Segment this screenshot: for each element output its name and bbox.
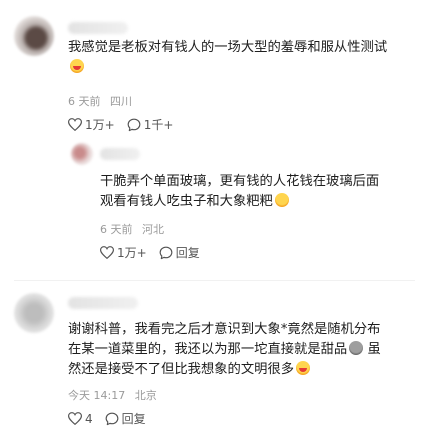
like-button[interactable]: 1万+: [100, 244, 147, 261]
like-button[interactable]: 4: [68, 412, 93, 426]
avatar[interactable]: [14, 293, 54, 333]
reply-text-line: 干脆弄个单面玻璃，更有钱的人花钱在玻璃后面: [100, 174, 380, 189]
crying-face-emoji-icon: [70, 59, 84, 73]
avatar[interactable]: [71, 143, 93, 165]
comment-text-line: 谢谢科普，我看完之后才意识到大象*竟然是随机分布: [68, 322, 381, 337]
reply-actions: 1万+ 回复: [100, 244, 212, 261]
comment-actions: 1万+ 1千+: [68, 116, 185, 133]
heart-outline-icon: [68, 118, 82, 131]
avatar[interactable]: [14, 16, 54, 56]
reply-text-line: 观看有钱人吃虫子和大象粑粑: [100, 194, 273, 209]
reply-button[interactable]: 1千+: [127, 116, 174, 133]
divider: [14, 280, 415, 281]
like-count: 4: [85, 411, 93, 426]
comment-location: 北京: [134, 389, 157, 402]
crying-face-emoji-icon: [296, 361, 311, 375]
username-blurred[interactable]: [68, 297, 138, 309]
sweat-face-emoji-icon: [274, 193, 289, 207]
speech-bubble-icon: [159, 246, 173, 259]
speech-bubble-icon: [105, 412, 119, 425]
like-button[interactable]: 1万+: [68, 116, 115, 133]
reply-location: 河北: [142, 223, 164, 236]
comment-meta: 6 天前 四川: [68, 93, 138, 109]
reply-button[interactable]: 回复: [159, 244, 200, 261]
username-blurred[interactable]: [100, 148, 140, 160]
speech-bubble-icon: [127, 118, 141, 131]
comment-text-body: 我感觉是老板对有钱人的一场大型的羞辱和服从性测试: [68, 40, 388, 55]
reply-label: 回复: [121, 412, 146, 426]
comment-time: 今天 14:17: [68, 389, 126, 402]
comment-actions: 4 回复: [68, 410, 158, 427]
comment-text: 我感觉是老板对有钱人的一场大型的羞辱和服从性测试: [68, 38, 418, 78]
comment-time: 6 天前: [68, 95, 101, 108]
comment-meta: 今天 14:17 北京: [68, 387, 163, 403]
comment-text: 谢谢科普，我看完之后才意识到大象*竟然是随机分布 在某一道菜里的，我还以为那一坨…: [68, 320, 423, 380]
comment-location: 四川: [110, 95, 132, 108]
username-blurred[interactable]: [68, 22, 128, 34]
heart-outline-icon: [100, 246, 114, 259]
like-count: 1万+: [117, 246, 147, 260]
heart-outline-icon: [68, 412, 82, 425]
comment-text-line: 虽: [367, 342, 381, 357]
reply-button[interactable]: 回复: [105, 410, 146, 427]
reply-meta: 6 天前 河北: [100, 221, 170, 237]
comment-text-line: 在某一道菜里的，我还以为那一坨直接就是甜品: [68, 342, 348, 357]
reply-count: 1千+: [143, 118, 174, 132]
reply-label: 回复: [175, 246, 200, 260]
reply-time: 6 天前: [100, 223, 133, 236]
comment-text-line: 然还是接受不了但比我想象的文明很多: [68, 362, 295, 377]
grimace-face-emoji-icon: [349, 341, 364, 355]
like-count: 1万+: [85, 118, 115, 132]
reply-text: 干脆弄个单面玻璃，更有钱的人花钱在玻璃后面 观看有钱人吃虫子和大象粑粑: [100, 172, 420, 212]
